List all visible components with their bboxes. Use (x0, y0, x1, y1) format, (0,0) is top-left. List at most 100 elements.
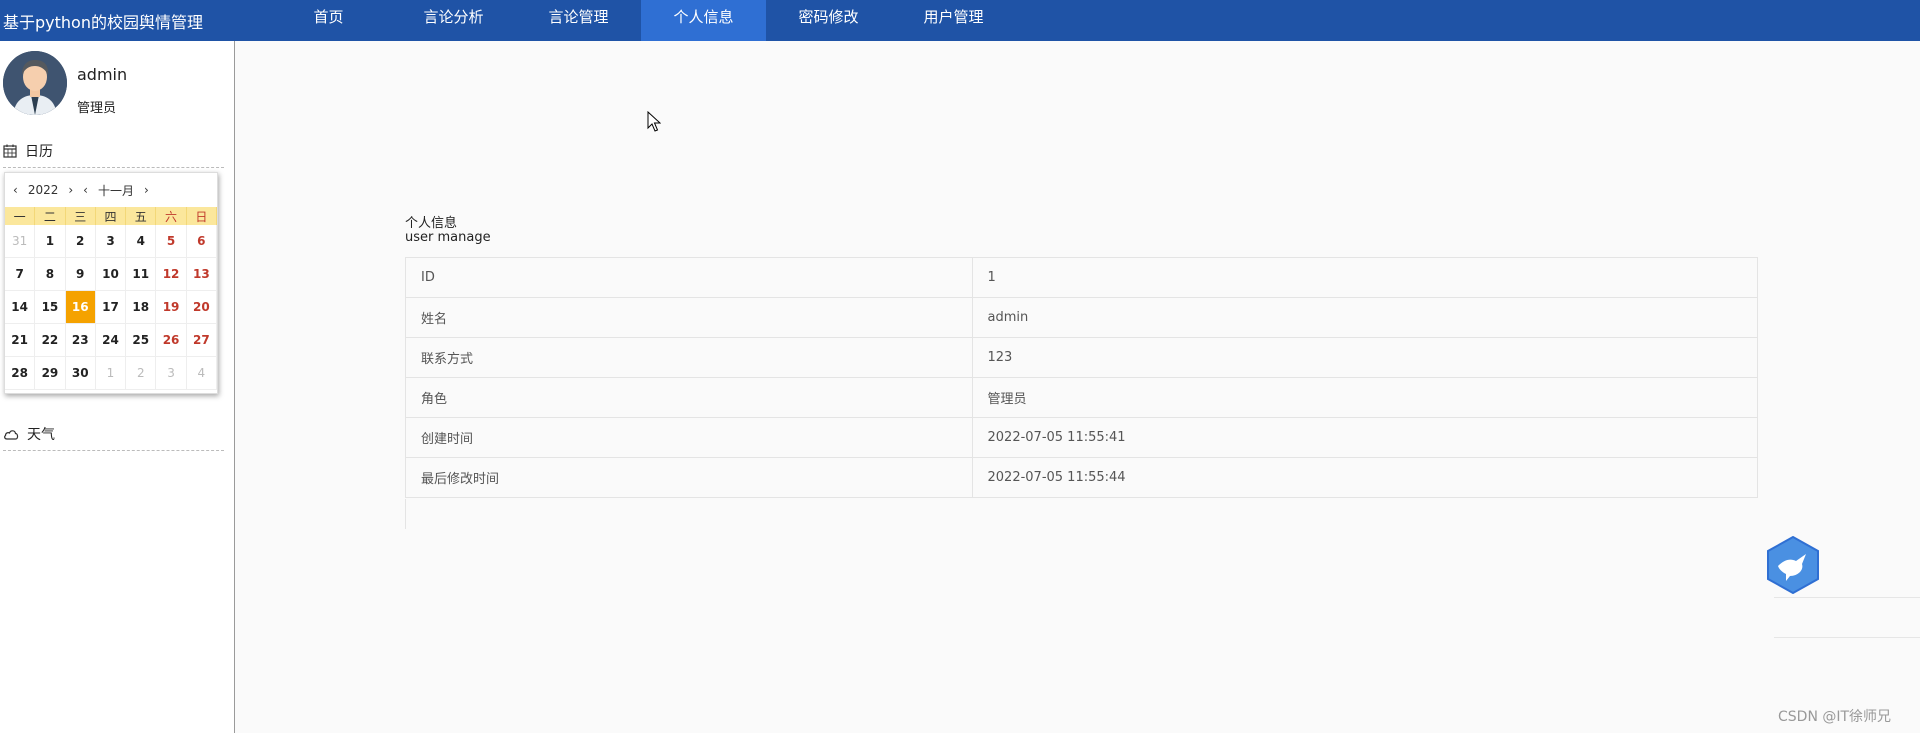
table-border (405, 499, 406, 529)
calendar-day[interactable]: 28 (5, 357, 36, 390)
calendar-day[interactable]: 11 (126, 258, 157, 291)
nav-item-profile[interactable]: 个人信息 (641, 0, 766, 41)
calendar-day-today[interactable]: 16 (65, 291, 96, 324)
calendar-day[interactable]: 15 (35, 291, 66, 324)
table-row: 姓名 admin (406, 297, 1758, 338)
weekday-label: 三 (65, 207, 96, 225)
calendar-widget: ‹ 2022 › ‹ 十一月 › 一二三四五六日 31 1 2 3 4 5 6 7 8 9 10 11… (4, 172, 218, 394)
avatar (3, 51, 67, 115)
calendar-day[interactable]: 18 (126, 291, 157, 324)
field-label: 姓名 (406, 297, 973, 338)
user-avatar-icon (3, 51, 67, 115)
main-nav: 首页 言论分析 言论管理 个人信息 密码修改 用户管理 (266, 0, 1016, 41)
calendar-day[interactable]: 31 (5, 225, 36, 258)
calendar-day[interactable]: 22 (35, 324, 66, 357)
nav-item-user-management[interactable]: 用户管理 (891, 0, 1016, 41)
calendar-day[interactable]: 30 (65, 357, 96, 390)
calendar-day[interactable]: 5 (156, 225, 187, 258)
calendar-nav: ‹ 2022 › ‹ 十一月 › (5, 173, 217, 207)
mouse-cursor-icon (647, 111, 661, 132)
field-value: 123 (972, 337, 1758, 378)
weekday-label: 一 (5, 207, 36, 225)
calendar-day[interactable]: 20 (186, 291, 217, 324)
calendar-title: 日历 (25, 144, 53, 160)
bird-icon (1767, 535, 1819, 595)
top-navbar: 基于python的校园舆情管理 首页 言论分析 言论管理 个人信息 密码修改 用… (0, 0, 1920, 41)
calendar-day[interactable]: 3 (95, 225, 127, 258)
calendar-day[interactable]: 27 (186, 324, 217, 357)
prev-month-button[interactable]: ‹ (83, 183, 88, 197)
calendar-day[interactable]: 26 (156, 324, 187, 357)
calendar-month[interactable]: 十一月 (98, 182, 134, 199)
calendar-day[interactable]: 12 (156, 258, 187, 291)
calendar-day[interactable]: 14 (5, 291, 36, 324)
calendar-day[interactable]: 1 (95, 357, 127, 390)
field-label: 最后修改时间 (406, 457, 973, 498)
weekday-label: 六 (156, 207, 187, 225)
calendar-day[interactable]: 24 (95, 324, 127, 357)
calendar-day[interactable]: 4 (126, 225, 157, 258)
page-subtitle: user manage (405, 230, 491, 245)
table-row: 创建时间 2022-07-05 11:55:41 (406, 417, 1758, 458)
cloud-icon (4, 430, 19, 440)
field-label: ID (406, 257, 973, 298)
field-label: 角色 (406, 377, 973, 418)
field-value: 管理员 (972, 377, 1758, 418)
weekday-label: 四 (95, 207, 127, 225)
weekday-label: 日 (186, 207, 217, 225)
table-row: 角色 管理员 (406, 377, 1758, 418)
weather-title: 天气 (27, 427, 55, 443)
main-content: 个人信息 user manage ID 1 姓名 admin 联系方式 123 … (236, 41, 1920, 733)
nav-item-home[interactable]: 首页 (266, 0, 391, 41)
calendar-day[interactable]: 29 (35, 357, 66, 390)
calendar-day[interactable]: 13 (186, 258, 217, 291)
calendar-day[interactable]: 2 (65, 225, 96, 258)
app-title: 基于python的校园舆情管理 (3, 12, 203, 32)
user-profile: admin 管理员 (3, 51, 223, 117)
nav-item-speech-management[interactable]: 言论管理 (516, 0, 641, 41)
calendar-day[interactable]: 2 (126, 357, 157, 390)
weekday-row: 一二三四五六日 (5, 207, 217, 225)
field-value: 2022-07-05 11:55:44 (972, 457, 1758, 498)
calendar-day[interactable]: 10 (95, 258, 127, 291)
field-value: 2022-07-05 11:55:41 (972, 417, 1758, 458)
prev-year-button[interactable]: ‹ (13, 183, 18, 197)
calendar-day[interactable]: 21 (5, 324, 36, 357)
table-row: ID 1 (406, 257, 1758, 298)
field-label: 创建时间 (406, 417, 973, 458)
watermark: CSDN @IT徐师兄 (1778, 709, 1892, 725)
user-role: 管理员 (77, 101, 117, 116)
day-grid: 31 1 2 3 4 5 6 7 8 9 10 11 12 13 14 15 16 17 18 19 20 21 22 23 2… (5, 225, 217, 390)
nav-item-change-password[interactable]: 密码修改 (766, 0, 891, 41)
floating-assistant-button[interactable] (1766, 535, 1820, 595)
calendar-header: 日历 (3, 141, 53, 161)
calendar-day[interactable]: 1 (35, 225, 66, 258)
divider (3, 167, 224, 168)
calendar-day[interactable]: 3 (156, 357, 187, 390)
calendar-day[interactable]: 8 (35, 258, 66, 291)
calendar-year[interactable]: 2022 (28, 183, 59, 197)
table-row: 最后修改时间 2022-07-05 11:55:44 (406, 457, 1758, 498)
sidebar: admin 管理员 日历 ‹ 2022 › ‹ 十一月 › 一二三四五六日 31… (0, 41, 235, 733)
user-name: admin (77, 65, 128, 84)
divider (1774, 597, 1920, 598)
calendar-day[interactable]: 7 (5, 258, 36, 291)
calendar-day[interactable]: 19 (156, 291, 187, 324)
calendar-day[interactable]: 17 (95, 291, 127, 324)
table-row: 联系方式 123 (406, 337, 1758, 378)
weekday-label: 五 (126, 207, 157, 225)
nav-item-speech-analysis[interactable]: 言论分析 (391, 0, 516, 41)
calendar-day[interactable]: 9 (65, 258, 96, 291)
field-value: admin (972, 297, 1758, 338)
next-month-button[interactable]: › (144, 183, 149, 197)
page-title: 个人信息 (405, 216, 458, 231)
profile-info-table: ID 1 姓名 admin 联系方式 123 角色 管理员 创建时间 2022-… (405, 257, 1758, 498)
calendar-day[interactable]: 23 (65, 324, 96, 357)
calendar-day[interactable]: 4 (186, 357, 217, 390)
divider (1774, 637, 1920, 638)
divider (3, 450, 224, 451)
calendar-day[interactable]: 6 (186, 225, 217, 258)
calendar-day[interactable]: 25 (126, 324, 157, 357)
next-year-button[interactable]: › (68, 183, 73, 197)
weekday-label: 二 (35, 207, 66, 225)
